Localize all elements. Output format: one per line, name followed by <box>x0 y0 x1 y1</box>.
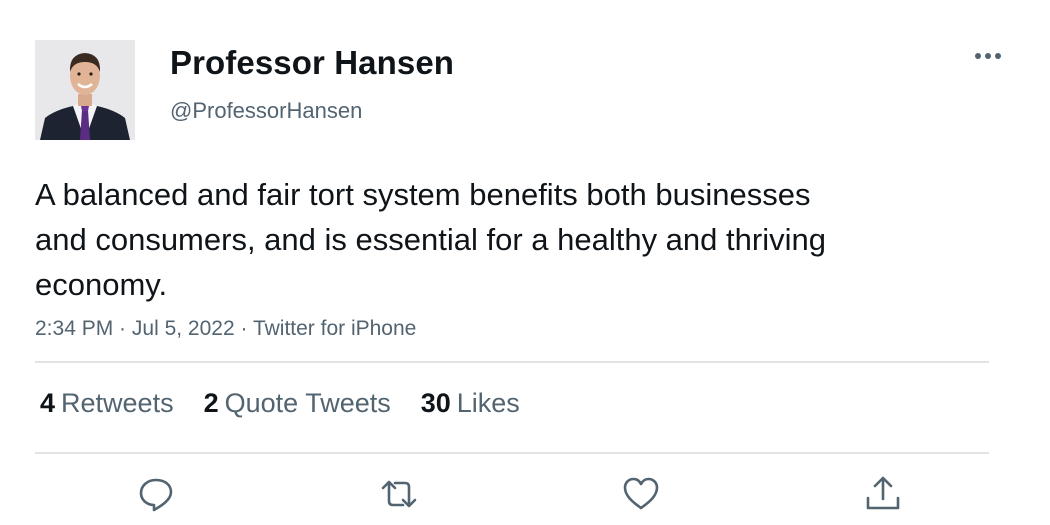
avatar[interactable] <box>35 40 135 140</box>
tweet-stats: 4 Retweets 2 Quote Tweets 30 Likes <box>40 388 520 419</box>
quote-tweets-stat[interactable]: 2 Quote Tweets <box>204 388 391 419</box>
retweet-icon <box>381 480 417 508</box>
tweet-time[interactable]: 2:34 PM <box>35 317 113 340</box>
tweet-date[interactable]: Jul 5, 2022 <box>132 317 235 340</box>
like-button[interactable] <box>621 474 661 514</box>
retweets-label: Retweets <box>61 388 174 418</box>
display-name[interactable]: Professor Hansen <box>170 44 454 82</box>
divider <box>35 452 989 454</box>
divider <box>35 361 989 363</box>
tweet-card: Professor Hansen @ProfessorHansen A bala… <box>0 0 1050 525</box>
tweet-meta: 2:34 PM · Jul 5, 2022 · Twitter for iPho… <box>35 317 416 341</box>
meta-separator: · <box>113 317 132 340</box>
more-options-button[interactable] <box>968 44 1008 68</box>
likes-count: 30 <box>420 388 451 418</box>
reply-button[interactable] <box>136 474 176 514</box>
meta-separator: · <box>234 317 253 340</box>
likes-label: Likes <box>456 388 520 418</box>
user-handle[interactable]: @ProfessorHansen <box>170 98 362 124</box>
heart-icon <box>623 477 659 510</box>
tweet-text: A balanced and fair tort system benefits… <box>35 177 826 302</box>
retweet-button[interactable] <box>379 474 419 514</box>
reply-icon <box>139 478 173 512</box>
tweet-source[interactable]: Twitter for iPhone <box>253 317 416 340</box>
action-bar <box>0 474 1050 514</box>
retweets-stat[interactable]: 4 Retweets <box>40 388 174 419</box>
share-icon <box>866 476 900 510</box>
profile-photo-icon <box>35 40 135 140</box>
quote-tweets-label: Quote Tweets <box>224 388 391 418</box>
share-button[interactable] <box>863 474 903 514</box>
retweets-count: 4 <box>40 388 56 418</box>
quote-tweets-count: 2 <box>203 388 219 418</box>
ellipsis-icon <box>975 53 1001 59</box>
likes-stat[interactable]: 30 Likes <box>421 388 520 419</box>
